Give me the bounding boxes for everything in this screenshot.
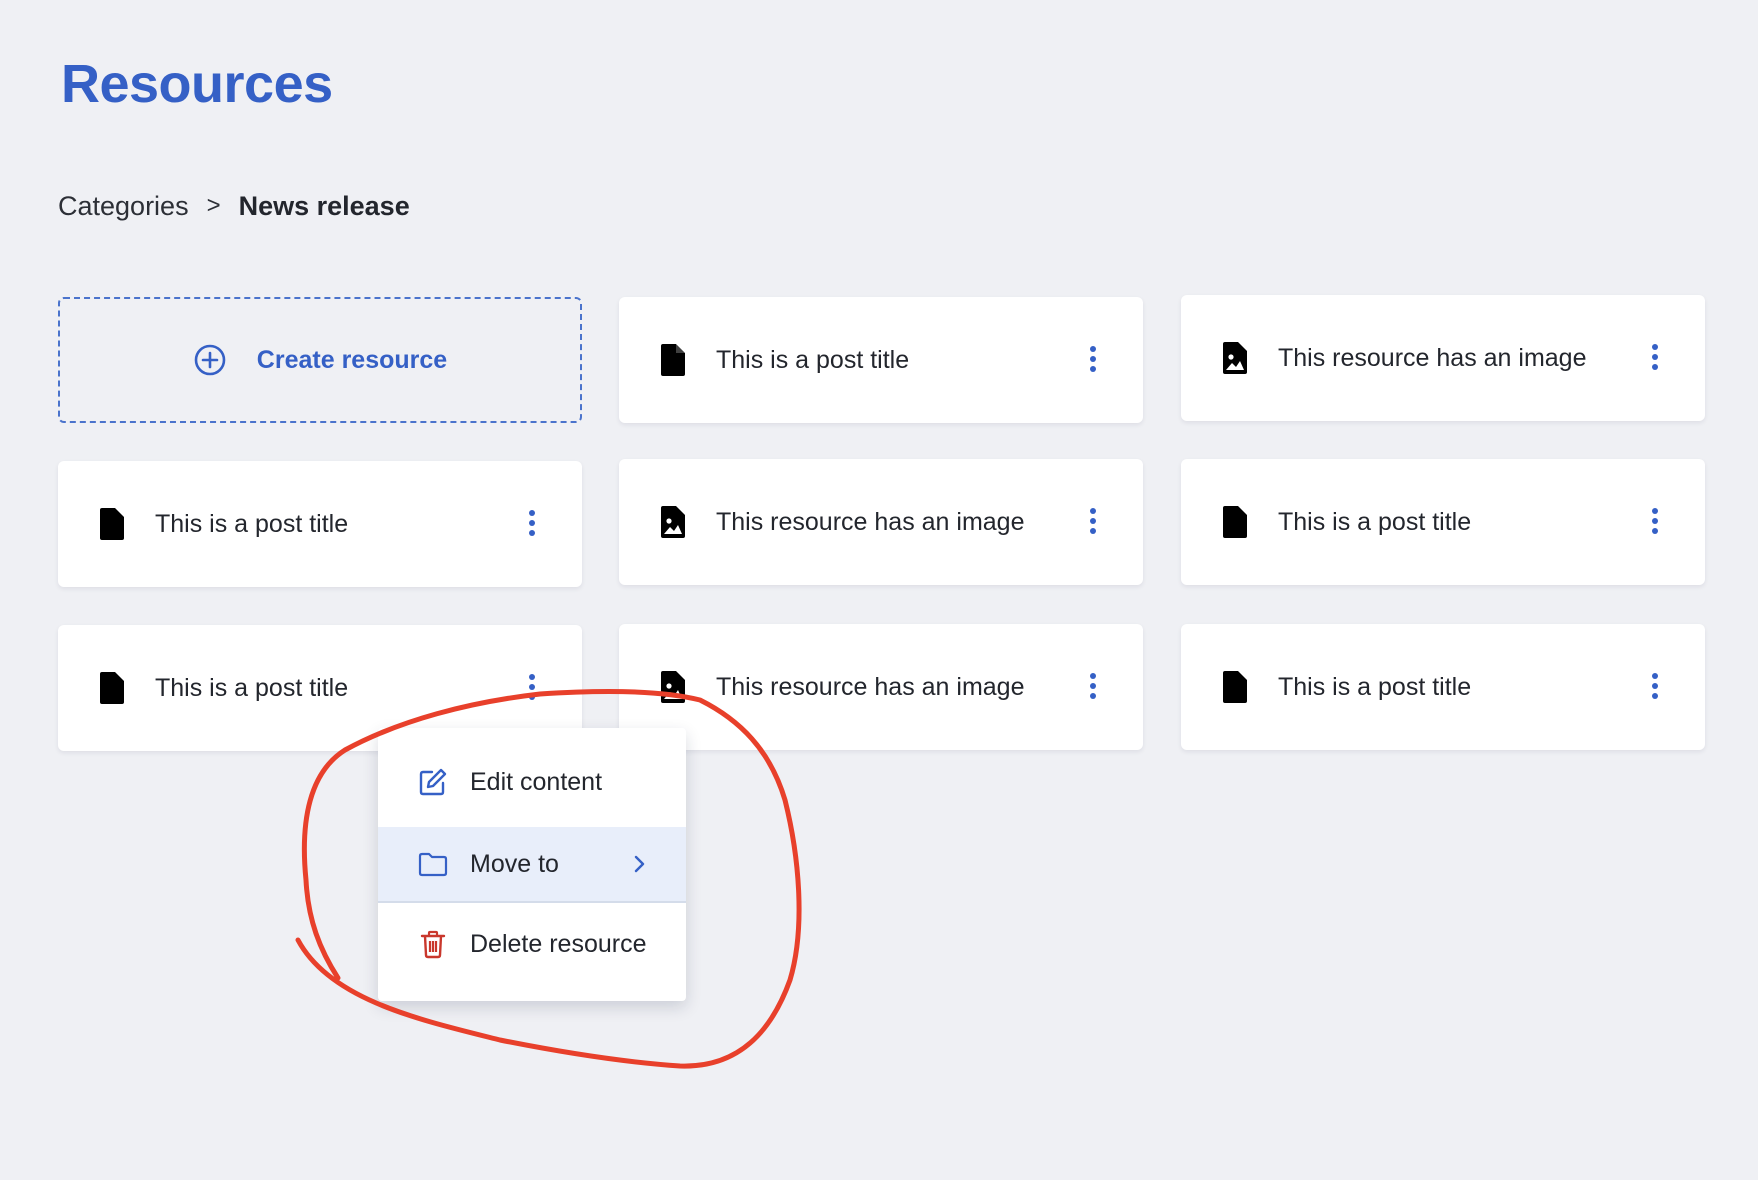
more-options-icon[interactable] — [526, 670, 538, 704]
file-icon — [100, 508, 124, 540]
menu-item-edit-content[interactable]: Edit content — [378, 744, 686, 820]
resource-card[interactable]: This is a post title — [1181, 624, 1705, 750]
more-options-icon[interactable] — [1649, 340, 1661, 374]
image-file-icon — [1223, 342, 1247, 374]
more-options-icon[interactable] — [526, 506, 538, 540]
edit-icon — [419, 768, 447, 796]
menu-item-label: Edit content — [470, 768, 603, 796]
image-file-icon — [661, 671, 685, 703]
page-title: Resources — [61, 54, 333, 114]
resource-title: This is a post title — [716, 346, 910, 374]
more-options-icon[interactable] — [1087, 342, 1099, 376]
menu-item-label: Delete resource — [470, 930, 647, 958]
more-options-icon[interactable] — [1649, 669, 1661, 703]
breadcrumb-current: News release — [238, 191, 410, 221]
menu-item-label: Move to — [470, 850, 559, 878]
resource-card[interactable]: This is a post title — [619, 297, 1143, 423]
annotation-circle — [295, 689, 802, 1069]
folder-icon — [418, 852, 448, 877]
breadcrumb-separator: > — [206, 192, 221, 219]
file-icon — [1223, 506, 1247, 538]
image-file-icon — [661, 506, 685, 538]
create-resource-label: Create resource — [256, 345, 448, 374]
resource-title: This resource has an image — [716, 673, 1025, 701]
resource-card[interactable]: This is a post title — [1181, 459, 1705, 585]
resource-card[interactable]: This is a post title — [58, 461, 582, 587]
breadcrumb: Categories > News release — [58, 188, 410, 224]
more-options-icon[interactable] — [1087, 669, 1099, 703]
resource-title: This resource has an image — [1278, 344, 1587, 372]
resource-title: This is a post title — [1278, 673, 1472, 701]
resource-card[interactable]: This resource has an image — [619, 459, 1143, 585]
resource-title: This resource has an image — [716, 508, 1025, 536]
resource-title: This is a post title — [1278, 508, 1472, 536]
more-options-icon[interactable] — [1649, 504, 1661, 538]
resource-card[interactable]: This resource has an image — [619, 624, 1143, 750]
file-icon — [100, 672, 124, 704]
resource-title: This is a post title — [155, 510, 349, 538]
breadcrumb-categories-link[interactable]: Categories — [58, 188, 189, 224]
chevron-right-icon — [634, 855, 645, 873]
context-menu: Edit content Move to Delete resource — [378, 728, 686, 1001]
plus-circle-icon — [194, 344, 226, 376]
create-resource-card[interactable]: Create resource — [58, 297, 582, 423]
menu-item-move-to[interactable]: Move to — [378, 827, 686, 903]
menu-item-delete-resource[interactable]: Delete resource — [378, 906, 686, 982]
file-icon — [661, 344, 685, 376]
more-options-icon[interactable] — [1087, 504, 1099, 538]
file-icon — [1223, 671, 1247, 703]
resource-title: This is a post title — [155, 674, 349, 702]
trash-icon — [420, 930, 446, 959]
resource-card[interactable]: This resource has an image — [1181, 295, 1705, 421]
